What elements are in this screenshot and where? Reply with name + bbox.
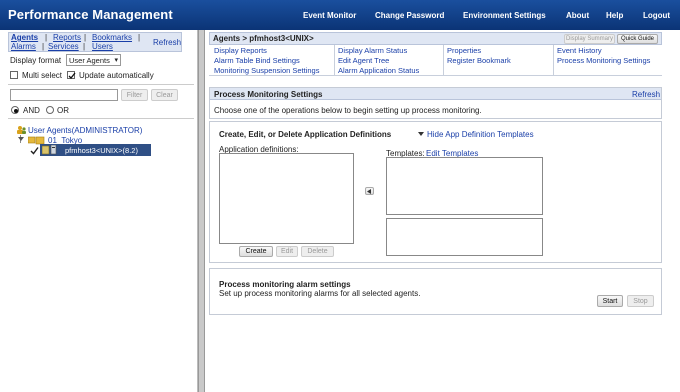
pane-splitter[interactable] [198,30,205,392]
start-button[interactable]: Start [597,295,623,307]
menu-edit-agent-tree[interactable]: Edit Agent Tree [338,56,389,65]
divider-line [8,84,194,85]
menu-separator [443,45,444,75]
menu-display-reports[interactable]: Display Reports [214,46,267,55]
pms-instruction: Choose one of the operations below to be… [214,106,482,115]
tab-separator: | [84,33,87,42]
update-auto-label: Update automatically [79,71,154,80]
tree-agent-label: pfmhost3<UNIX>(8.2) [65,146,138,155]
menu-separator [553,45,554,75]
edit-button[interactable]: Edit [276,246,298,257]
alarm-title: Process monitoring alarm settings [219,280,351,289]
move-left-button[interactable] [365,187,374,195]
tab-users[interactable]: Users [92,42,113,51]
nav-help[interactable]: Help [606,11,623,20]
and-label: AND [23,106,40,115]
refresh-link[interactable]: Refresh [153,38,181,47]
nav-change-password[interactable]: Change Password [375,11,444,20]
tab-alarms[interactable]: Alarms [11,42,36,51]
create-button[interactable]: Create [239,246,273,257]
menu-properties[interactable]: Properties [447,46,481,55]
clear-button[interactable]: Clear [151,89,178,101]
arrow-left-icon [367,188,371,194]
multi-select-label: Multi select [22,71,63,80]
tab-separator: | [42,42,45,51]
or-label: OR [57,106,69,115]
display-format-select[interactable]: User Agents ▾ [66,54,121,66]
users-icon [17,126,26,134]
cede-title: Create, Edit, or Delete Application Defi… [219,130,392,139]
app-title: Performance Management [8,7,173,22]
collapse-icon[interactable] [17,135,25,143]
display-format-label: Display format [10,56,62,65]
pms-title: Process Monitoring Settings [214,90,323,99]
filter-input[interactable] [10,89,118,101]
tab-separator: | [83,42,86,51]
divider-line [8,118,194,119]
and-radio[interactable] [11,106,19,114]
menu-monitoring-suspension[interactable]: Monitoring Suspension Settings [214,66,319,75]
tab-separator: | [45,33,48,42]
tab-agents[interactable]: Agents [11,33,38,42]
menu-bottom-border [209,75,662,76]
multi-select-checkbox[interactable] [10,71,18,79]
alarm-description: Set up process monitoring alarms for all… [219,289,421,298]
chevron-down-icon: ▾ [114,57,118,64]
checkmark-icon [30,147,39,155]
update-auto-checkbox[interactable] [67,71,76,79]
menu-display-alarm-status[interactable]: Display Alarm Status [338,46,407,55]
tab-services[interactable]: Services [48,42,79,51]
menu-process-monitoring-settings[interactable]: Process Monitoring Settings [557,56,650,65]
filter-button[interactable]: Filter [121,89,148,101]
pms-refresh-link[interactable]: Refresh [632,90,660,99]
templates-list[interactable] [386,157,543,215]
stop-button[interactable]: Stop [627,295,654,307]
breadcrumb: Agents > pfmhost3<UNIX> [213,34,314,43]
tree-root-label[interactable]: User Agents(ADMINISTRATOR) [28,126,142,135]
menu-alarm-table-bind[interactable]: Alarm Table Bind Settings [214,56,300,65]
agent-icon [42,145,57,155]
collapse-arrow-icon[interactable] [418,131,425,137]
quick-guide-button[interactable]: Quick Guide [617,34,658,44]
nav-environment-settings[interactable]: Environment Settings [463,11,546,20]
display-format-value: User Agents [69,56,110,65]
menu-register-bookmark[interactable]: Register Bookmark [447,56,511,65]
or-radio[interactable] [46,106,54,114]
nav-event-monitor[interactable]: Event Monitor [303,11,356,20]
nav-logout[interactable]: Logout [643,11,670,20]
app-definitions-list[interactable] [219,153,354,244]
menu-alarm-application-status[interactable]: Alarm Application Status [338,66,419,75]
tab-separator: | [138,33,141,42]
nav-about[interactable]: About [566,11,589,20]
tab-bookmarks[interactable]: Bookmarks [92,33,132,42]
menu-event-history[interactable]: Event History [557,46,602,55]
hide-templates-link[interactable]: Hide App Definition Templates [427,130,534,139]
menu-separator [334,45,335,75]
display-summary-button[interactable]: Display Summary [564,34,615,44]
checkmark-icon [68,72,76,79]
tab-reports[interactable]: Reports [53,33,81,42]
delete-button[interactable]: Delete [301,246,334,257]
template-detail-box [386,218,543,256]
